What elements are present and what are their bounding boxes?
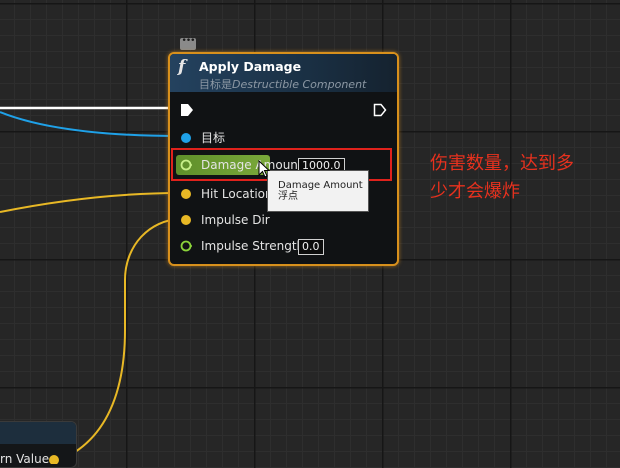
- node-title: Apply Damage: [199, 59, 302, 74]
- vector-pin-icon[interactable]: [180, 214, 192, 226]
- vector-pin-icon[interactable]: [48, 454, 62, 464]
- pin-label-impulse-dir: Impulse Dir: [201, 213, 270, 227]
- pin-row-target[interactable]: 目标: [180, 130, 380, 146]
- pin-label-impulse-strength: Impulse Strength: [201, 239, 305, 253]
- pin-row-impulse-dir[interactable]: Impulse Dir: [180, 212, 380, 228]
- tooltip-type: 浮点: [278, 191, 298, 202]
- exec-output-pin[interactable]: [373, 103, 387, 117]
- impulse-strength-input[interactable]: 0.0: [298, 239, 324, 255]
- object-pin-icon[interactable]: [180, 132, 192, 144]
- annotation-text: 伤害数量，达到多 少才会爆炸: [430, 150, 610, 206]
- return-value-label: rn Value: [0, 452, 50, 466]
- float-pin-icon[interactable]: [180, 240, 192, 252]
- function-icon: f: [178, 57, 186, 77]
- object-wire[interactable]: [0, 111, 181, 137]
- node-header[interactable]: f Apply Damage 目标是Destructible Component: [170, 54, 397, 92]
- vector-pin-icon[interactable]: [180, 188, 192, 200]
- comment-bubble-icon[interactable]: •••: [180, 37, 196, 50]
- node-subtitle: 目标是Destructible Component: [199, 76, 366, 92]
- subtitle-prefix: 目标是: [199, 78, 232, 91]
- subtitle-target: Destructible Component: [232, 78, 367, 91]
- pin-label-hit-location: Hit Location: [201, 187, 273, 201]
- exec-input-pin[interactable]: [180, 103, 194, 117]
- pin-row-impulse-strength[interactable]: Impulse Strength: [180, 238, 380, 254]
- mouse-cursor-icon: [258, 160, 271, 178]
- pin-tooltip: Damage Amount 浮点: [267, 170, 369, 212]
- tooltip-title: Damage Amount: [278, 180, 363, 191]
- return-node-header: [0, 422, 76, 444]
- annotation-line-2: 少才会爆炸: [430, 181, 520, 202]
- vector-wire-hit-location[interactable]: [0, 192, 181, 213]
- annotation-line-1: 伤害数量，达到多: [430, 153, 574, 174]
- pin-label-target: 目标: [201, 131, 226, 145]
